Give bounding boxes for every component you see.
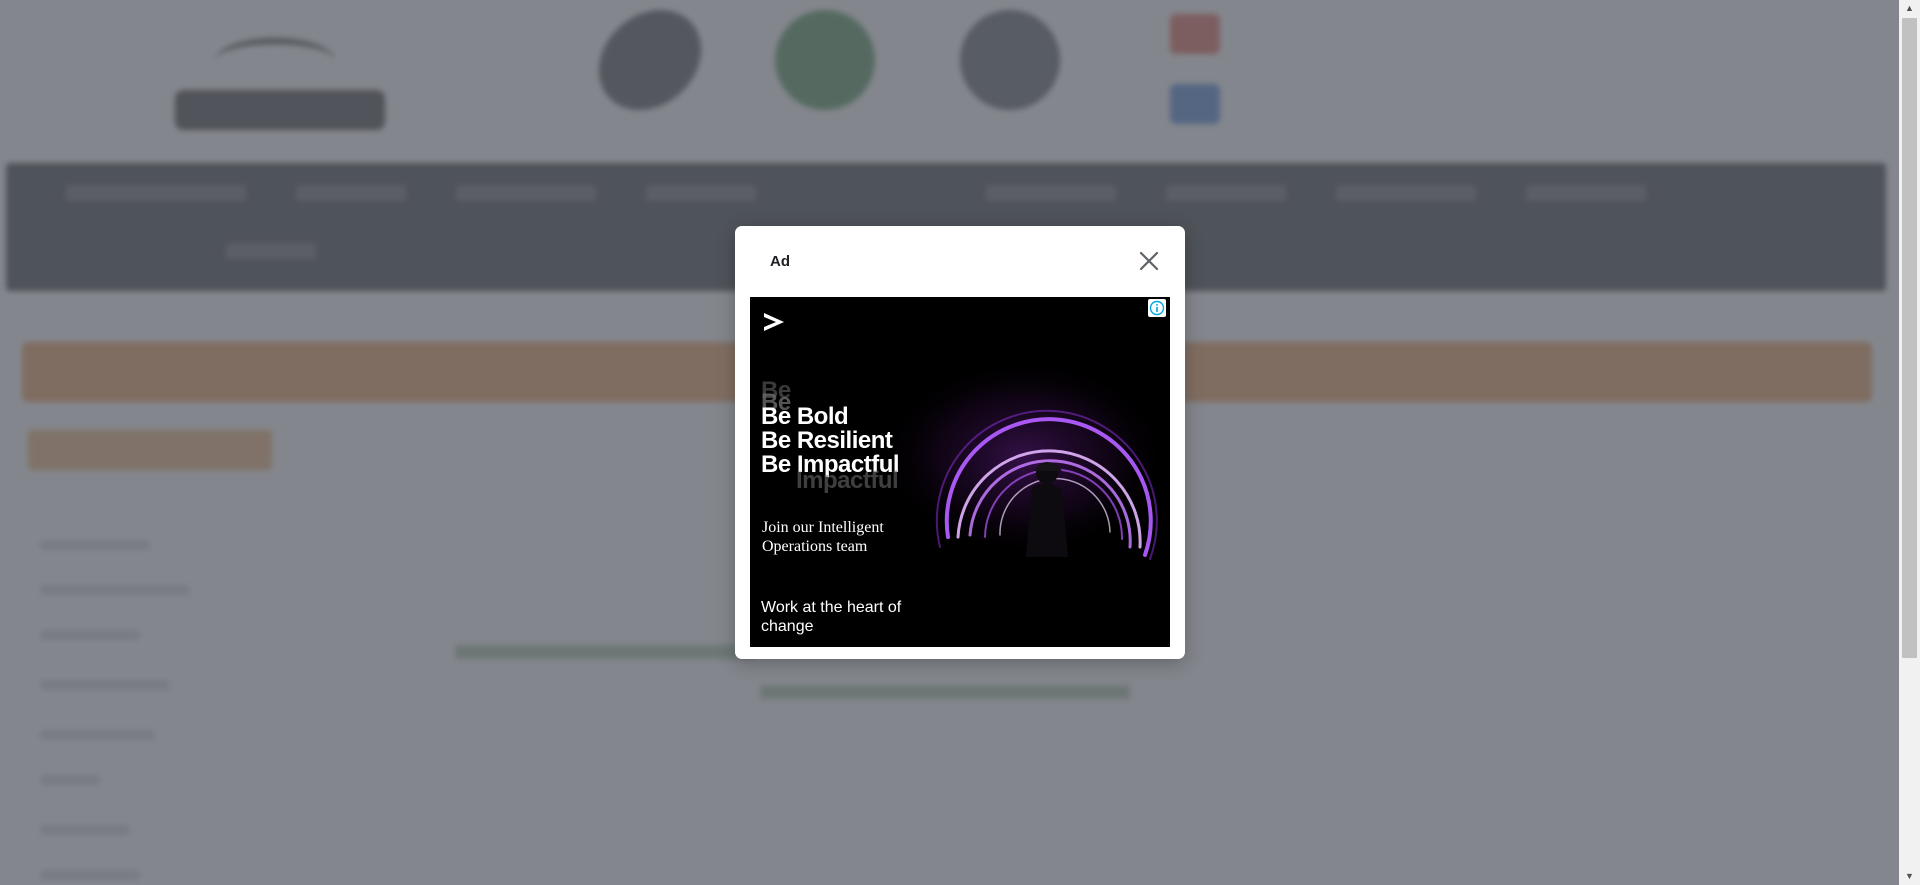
close-button[interactable] [1131,243,1167,279]
headline-echo-bottom: Impactful [796,467,899,494]
ad-creative[interactable]: Be Be Be Bold Be Resilient Be Impactful … [750,297,1170,647]
headline-line-2: Be Resilient [761,427,893,454]
dialog-title: Ad [770,253,790,270]
scroll-down-icon[interactable]: ▼ [1899,868,1920,885]
scroll-up-icon[interactable]: ▲ [1899,0,1920,17]
scrollbar[interactable]: ▲ ▼ [1899,0,1920,885]
ad-tagline: Join our Intelligent Operations team [762,519,884,555]
close-icon[interactable] [1131,243,1167,279]
info-icon[interactable] [1148,299,1166,317]
ad-cta-text: Work at the heart of change [761,599,902,635]
ad-dialog: Ad Be Be Be Bold Be Resilient Be Impactf… [735,226,1185,659]
headline-line-1: Be Bold [761,403,849,430]
scroll-thumb[interactable] [1902,18,1917,658]
brand-arrow-icon [760,307,790,337]
page: ▲ ▼ Ad Be Be Be Bold Be Resilient Be Imp… [0,0,1920,885]
